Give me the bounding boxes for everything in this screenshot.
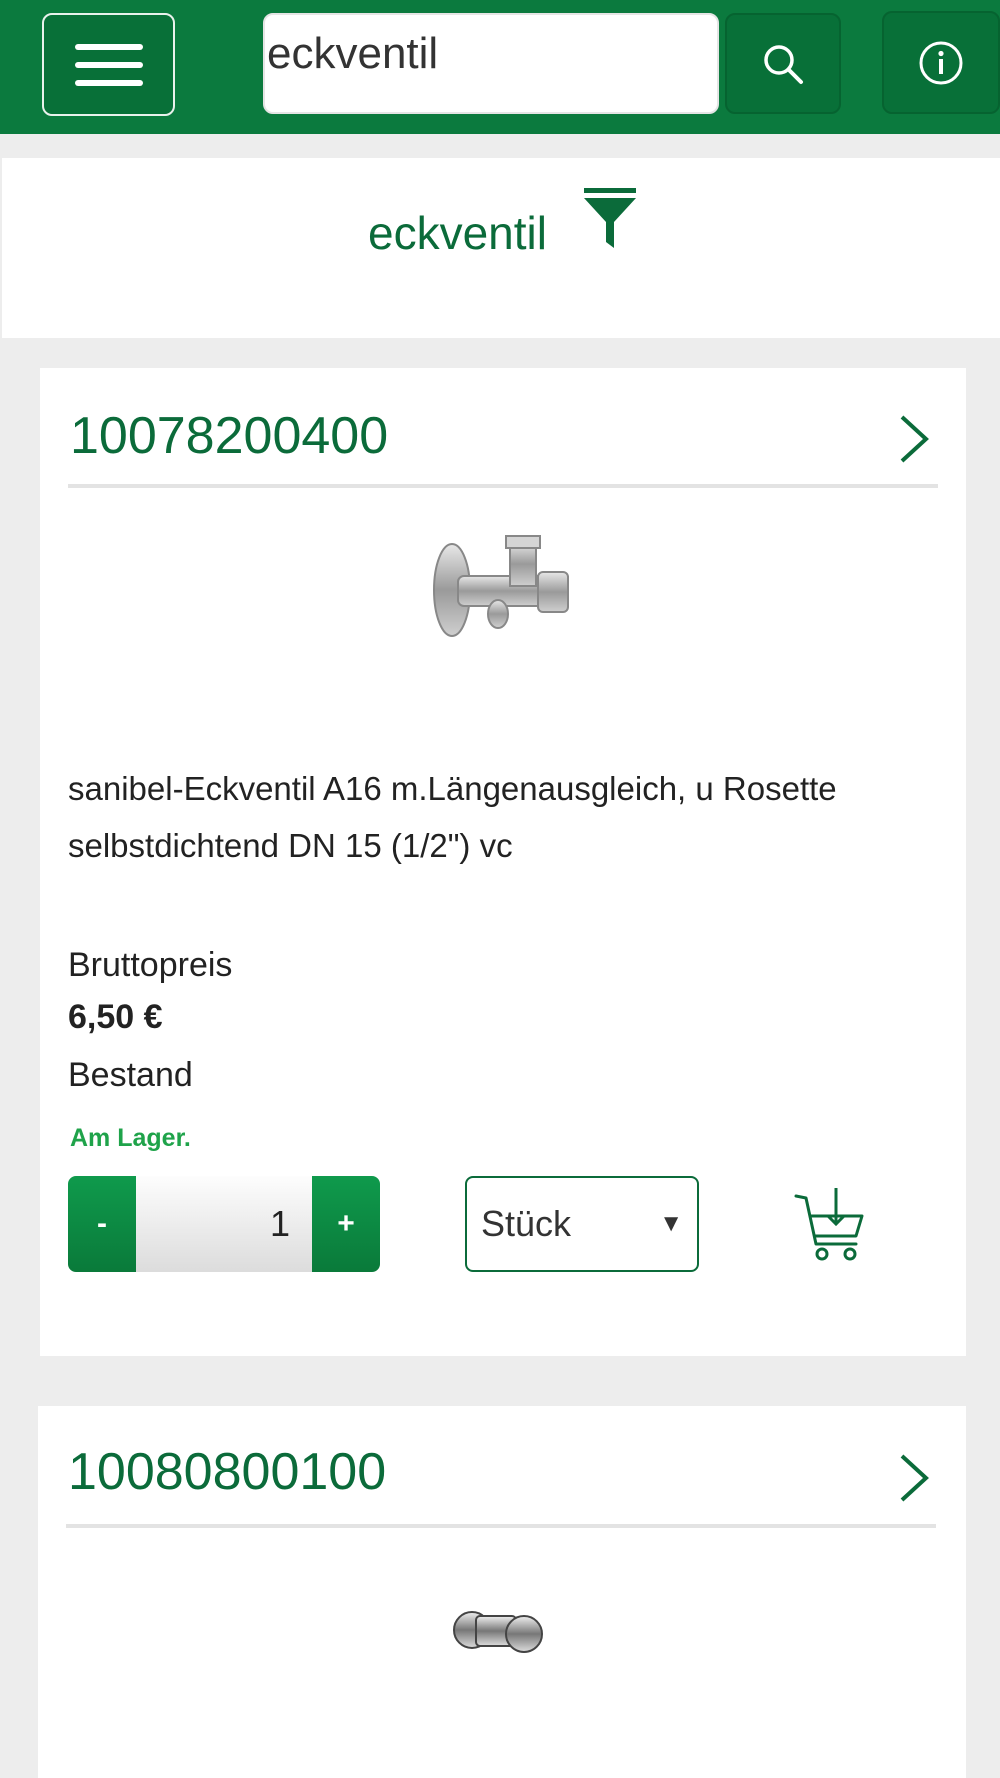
chevron-right-icon[interactable] (898, 413, 930, 465)
search-icon (764, 44, 803, 84)
price-value: 6,50 € (68, 998, 163, 1036)
quantity-decrease-button[interactable]: - (68, 1176, 136, 1272)
hamburger-icon (74, 43, 143, 50)
stock-label: Bestand (68, 1056, 193, 1094)
product-image[interactable] (428, 528, 578, 648)
unit-select[interactable]: Stück ▼ (465, 1176, 699, 1272)
info-icon (919, 41, 963, 84)
quantity-stepper: - 1 + (68, 1176, 380, 1272)
product-number[interactable]: 10080800100 (68, 1442, 386, 1502)
search-input[interactable]: eckventil (263, 13, 719, 114)
quantity-input[interactable]: 1 (136, 1176, 312, 1272)
stock-status: Am Lager. (70, 1124, 191, 1152)
hamburger-icon-line (74, 61, 143, 68)
product-card: 10078200400 sanibel-Eckventil A16 m.Läng… (40, 368, 966, 1356)
filter-label: eckventil (368, 207, 547, 259)
quantity-increase-button[interactable]: + (312, 1176, 380, 1272)
filter-icon[interactable] (582, 188, 638, 250)
dropdown-arrow-icon: ▼ (659, 1210, 683, 1237)
hamburger-icon-line (74, 79, 143, 86)
product-number[interactable]: 10078200400 (70, 406, 388, 466)
top-bar: eckventil (0, 0, 1000, 134)
card-divider (68, 484, 938, 488)
add-to-cart-icon[interactable] (790, 1186, 870, 1266)
chevron-right-icon[interactable] (898, 1452, 930, 1504)
price-label: Bruttopreis (68, 946, 233, 984)
card-divider (66, 1524, 936, 1528)
unit-select-value: Stück (481, 1203, 572, 1244)
product-card: 10080800100 (38, 1406, 966, 1778)
filter-bar: eckventil (2, 158, 1000, 338)
menu-button[interactable] (42, 13, 175, 116)
product-image[interactable] (450, 1602, 550, 1662)
info-button[interactable] (882, 11, 1000, 114)
product-description: sanibel-Eckventil A16 m.Längenausgleich,… (68, 770, 837, 864)
search-button[interactable] (725, 13, 841, 114)
